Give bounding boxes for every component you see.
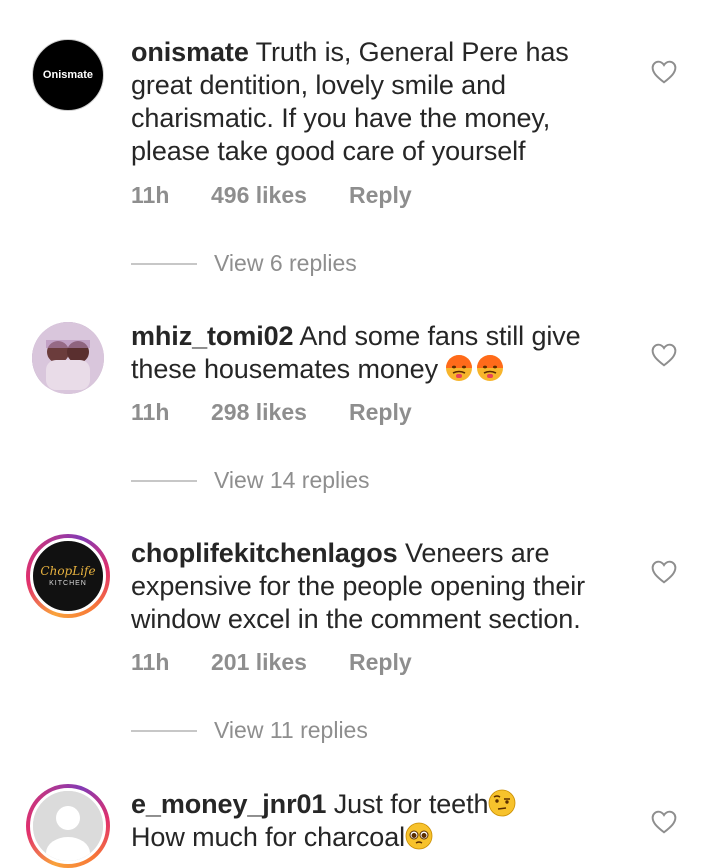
comment-meta: 11h 298 likes Reply [131, 399, 412, 426]
view-replies-button[interactable]: View 14 replies [131, 467, 370, 494]
avatar-label: ChopLife [40, 564, 96, 578]
comment-text: onismate Truth is, General Pere has grea… [131, 36, 631, 168]
comment-text: mhiz_tomi02 And some fans still give the… [131, 320, 631, 386]
comment-username[interactable]: onismate [131, 37, 249, 67]
comment-meta: 11h 496 likes Reply [131, 182, 412, 209]
view-replies-label: View 6 replies [214, 250, 357, 276]
comment-time: 11h [131, 399, 170, 425]
hot-face-emoji [446, 355, 473, 381]
hot-face-emoji [477, 355, 504, 381]
view-replies-button[interactable]: View 6 replies [131, 250, 357, 277]
avatar-sublabel: KITCHEN [49, 580, 87, 587]
avatar[interactable]: Onismate [26, 33, 110, 117]
comment-body-line1: Just for teeth [326, 789, 489, 819]
pleading-face-emoji [405, 822, 433, 850]
heart-icon[interactable] [651, 60, 677, 84]
comment-text: choplifekitchenlagos Veneers are expensi… [131, 537, 631, 636]
comment-time: 11h [131, 182, 170, 208]
reply-button[interactable]: Reply [349, 182, 412, 209]
divider-line [131, 479, 197, 482]
avatar[interactable] [26, 784, 110, 868]
view-replies-button[interactable]: View 11 replies [131, 717, 368, 744]
avatar-label: Onismate [42, 69, 94, 81]
comment-likes[interactable]: 201 likes [211, 649, 349, 676]
avatar-photo [32, 322, 104, 394]
comment-username[interactable]: choplifekitchenlagos [131, 538, 398, 568]
heart-icon[interactable] [651, 343, 677, 367]
divider-line [131, 262, 197, 265]
avatar[interactable] [26, 316, 110, 400]
comment-text: e_money_jnr01 Just for teeth How much fo… [131, 788, 631, 854]
divider-line [131, 729, 197, 732]
comment-likes[interactable]: 496 likes [211, 182, 349, 209]
view-replies-label: View 14 replies [214, 467, 370, 493]
heart-icon[interactable] [651, 560, 677, 584]
comment-username[interactable]: e_money_jnr01 [131, 789, 326, 819]
heart-icon[interactable] [651, 810, 677, 834]
reply-button[interactable]: Reply [349, 649, 412, 676]
default-avatar-icon [33, 791, 103, 861]
comment-meta: 11h 201 likes Reply [131, 649, 412, 676]
comment-time: 11h [131, 649, 170, 675]
avatar[interactable]: ChopLife KITCHEN [26, 534, 110, 618]
comment-likes[interactable]: 298 likes [211, 399, 349, 426]
view-replies-label: View 11 replies [214, 717, 368, 743]
face-with-raised-eyebrow-emoji [489, 789, 516, 817]
reply-button[interactable]: Reply [349, 399, 412, 426]
comment-username[interactable]: mhiz_tomi02 [131, 321, 294, 351]
comment-body-line2: How much for charcoal [131, 822, 406, 852]
